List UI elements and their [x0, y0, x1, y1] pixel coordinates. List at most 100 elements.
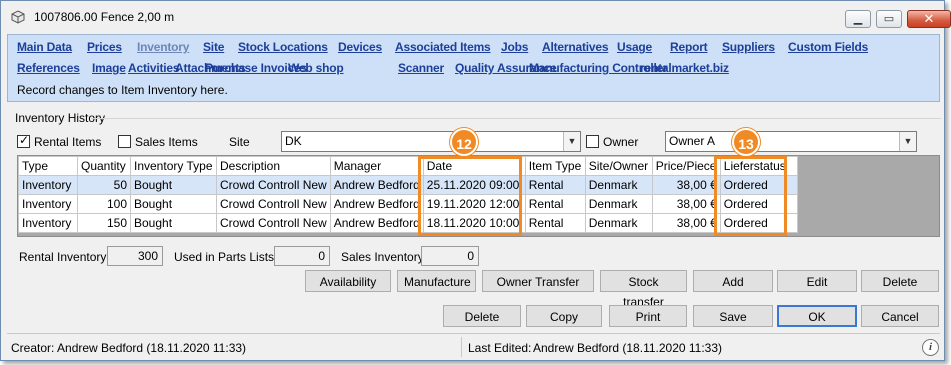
sales-items-checkbox[interactable] [118, 135, 131, 148]
chevron-down-icon: ▼ [899, 132, 916, 151]
minimize-icon: ▁ [853, 13, 863, 25]
check-icon: ✓ [19, 133, 30, 147]
ok-button[interactable]: OK [777, 305, 857, 327]
nav-link-alternatives[interactable]: Alternatives [542, 40, 608, 54]
site-select[interactable]: DK ▼ [281, 131, 581, 152]
maximize-button[interactable]: ▭ [876, 10, 902, 28]
table-row[interactable]: Inventory 50 Bought Crowd Controll New Andre… [18, 175, 798, 195]
owner-checkbox[interactable] [586, 135, 599, 148]
maximize-icon: ▭ [883, 13, 895, 25]
title-bar[interactable]: 1007806.00 Fence 2,00 m ▁ ▭ ✕ [1, 1, 951, 31]
table-cell: 38,00 € [651, 175, 721, 195]
parts-lists-value: 0 [274, 246, 330, 266]
nav-link-activities[interactable]: Activities [128, 61, 180, 75]
navigation-panel: Main Data Prices Inventory Site Stock Locati… [7, 34, 940, 102]
nav-link-rentalmarket-biz[interactable]: rentalmarket.biz [640, 61, 729, 75]
inventory-grid[interactable]: Type Quantity Inventory Type Description… [17, 155, 940, 237]
rental-items-checkbox[interactable]: ✓ [17, 133, 30, 148]
sales-items-label: Sales Items [135, 135, 198, 149]
rental-inventory-label: Rental Inventory [19, 250, 107, 264]
close-button[interactable]: ✕ [907, 10, 951, 28]
table-cell: Inventory [18, 213, 78, 233]
inventory-table: Type Quantity Inventory Type Description… [18, 156, 798, 233]
table-cell: 100 [77, 194, 131, 214]
table-cell: Inventory [18, 175, 78, 195]
info-icon[interactable]: i [922, 339, 939, 356]
owner-label: Owner [603, 135, 639, 149]
table-cell: Andrew Bedford [329, 194, 424, 214]
column-header[interactable]: Site/Owner [584, 156, 653, 176]
delete-record-button[interactable]: Delete [443, 305, 521, 327]
table-cell: Rental [524, 213, 586, 233]
rental-inventory-value: 300 [107, 246, 163, 266]
nav-link-references[interactable]: References [17, 61, 80, 75]
column-header[interactable]: Quantity [77, 156, 131, 176]
availability-button[interactable]: Availability [305, 270, 391, 292]
nav-link-custom-fields[interactable]: Custom Fields [788, 40, 868, 54]
table-row[interactable]: Inventory 150 Bought Crowd Controll New Andr… [18, 213, 798, 233]
parts-lists-label: Used in Parts Lists [174, 250, 275, 264]
table-cell: Andrew Bedford [329, 175, 424, 195]
edit-button[interactable]: Edit [777, 270, 857, 292]
column-header[interactable]: Price/Piece [651, 156, 721, 176]
nav-link-web-shop[interactable]: Web shop [288, 61, 344, 75]
column-header[interactable]: Type [18, 156, 78, 176]
status-separator [7, 333, 940, 334]
table-cell: Bought [130, 194, 217, 214]
table-cell: Ordered [719, 175, 798, 195]
table-cell: Crowd Controll New [216, 175, 331, 195]
sales-inventory-label: Sales Inventory [341, 250, 424, 264]
table-cell: Ordered [719, 194, 798, 214]
record-note: Record changes to Item Inventory here. [17, 83, 228, 97]
column-header[interactable]: Item Type [524, 156, 586, 176]
callout-badge-12: 12 [450, 128, 478, 156]
table-cell: Ordered [719, 213, 798, 233]
manufacture-button[interactable]: Manufacture [397, 270, 476, 292]
column-header[interactable]: Date [422, 156, 526, 176]
nav-link-report[interactable]: Report [670, 40, 708, 54]
column-header[interactable]: Inventory Type [130, 156, 217, 176]
chevron-down-icon: ▼ [563, 132, 580, 151]
table-cell: 25.11.2020 09:00 [422, 175, 526, 195]
table-row[interactable]: Inventory 100 Bought Crowd Controll New Andr… [18, 194, 798, 214]
owner-select-value: Owner A [669, 134, 716, 148]
nav-link-prices[interactable]: Prices [87, 40, 122, 54]
delete-row-button[interactable]: Delete [861, 270, 939, 292]
table-cell: Rental [524, 194, 586, 214]
table-cell: Inventory [18, 194, 78, 214]
nav-link-main-data[interactable]: Main Data [17, 40, 72, 54]
owner-select[interactable]: Owner A ▼ [665, 131, 917, 152]
print-button[interactable]: Print [609, 305, 687, 327]
stock-transfer-button[interactable]: Stock transfer [600, 270, 687, 309]
nav-link-suppliers[interactable]: Suppliers [722, 40, 775, 54]
column-header[interactable]: Manager [329, 156, 424, 176]
nav-link-scanner[interactable]: Scanner [398, 61, 444, 75]
nav-link-usage[interactable]: Usage [617, 40, 652, 54]
nav-link-stock-locations[interactable]: Stock Locations [238, 40, 328, 54]
minimize-button[interactable]: ▁ [845, 10, 871, 28]
nav-link-devices[interactable]: Devices [338, 40, 382, 54]
add-button[interactable]: Add [693, 270, 773, 292]
save-button[interactable]: Save [693, 305, 773, 327]
cancel-button[interactable]: Cancel [861, 305, 939, 327]
copy-button[interactable]: Copy [526, 305, 602, 327]
nav-link-jobs[interactable]: Jobs [501, 40, 528, 54]
table-cell: Andrew Bedford [329, 213, 424, 233]
table-cell: Bought [130, 213, 217, 233]
nav-link-inventory[interactable]: Inventory [137, 40, 189, 54]
window-title: 1007806.00 Fence 2,00 m [34, 10, 175, 24]
table-cell: Denmark [584, 213, 653, 233]
close-icon: ✕ [923, 11, 935, 26]
last-edited-value: Andrew Bedford (18.11.2020 11:33) [533, 341, 723, 355]
table-cell: 50 [77, 175, 131, 195]
column-header[interactable]: Lieferstatus [719, 156, 798, 176]
table-cell: 150 [77, 213, 131, 233]
rental-items-label: Rental Items [34, 135, 102, 149]
column-header[interactable]: Description [216, 156, 331, 176]
nav-link-image[interactable]: Image [92, 61, 126, 75]
table-cell: 19.11.2020 12:00 [422, 194, 526, 214]
owner-transfer-button[interactable]: Owner Transfer [482, 270, 594, 292]
last-edited-label: Last Edited: [468, 341, 532, 355]
nav-link-site[interactable]: Site [203, 40, 224, 54]
nav-link-associated-items[interactable]: Associated Items [395, 40, 491, 54]
